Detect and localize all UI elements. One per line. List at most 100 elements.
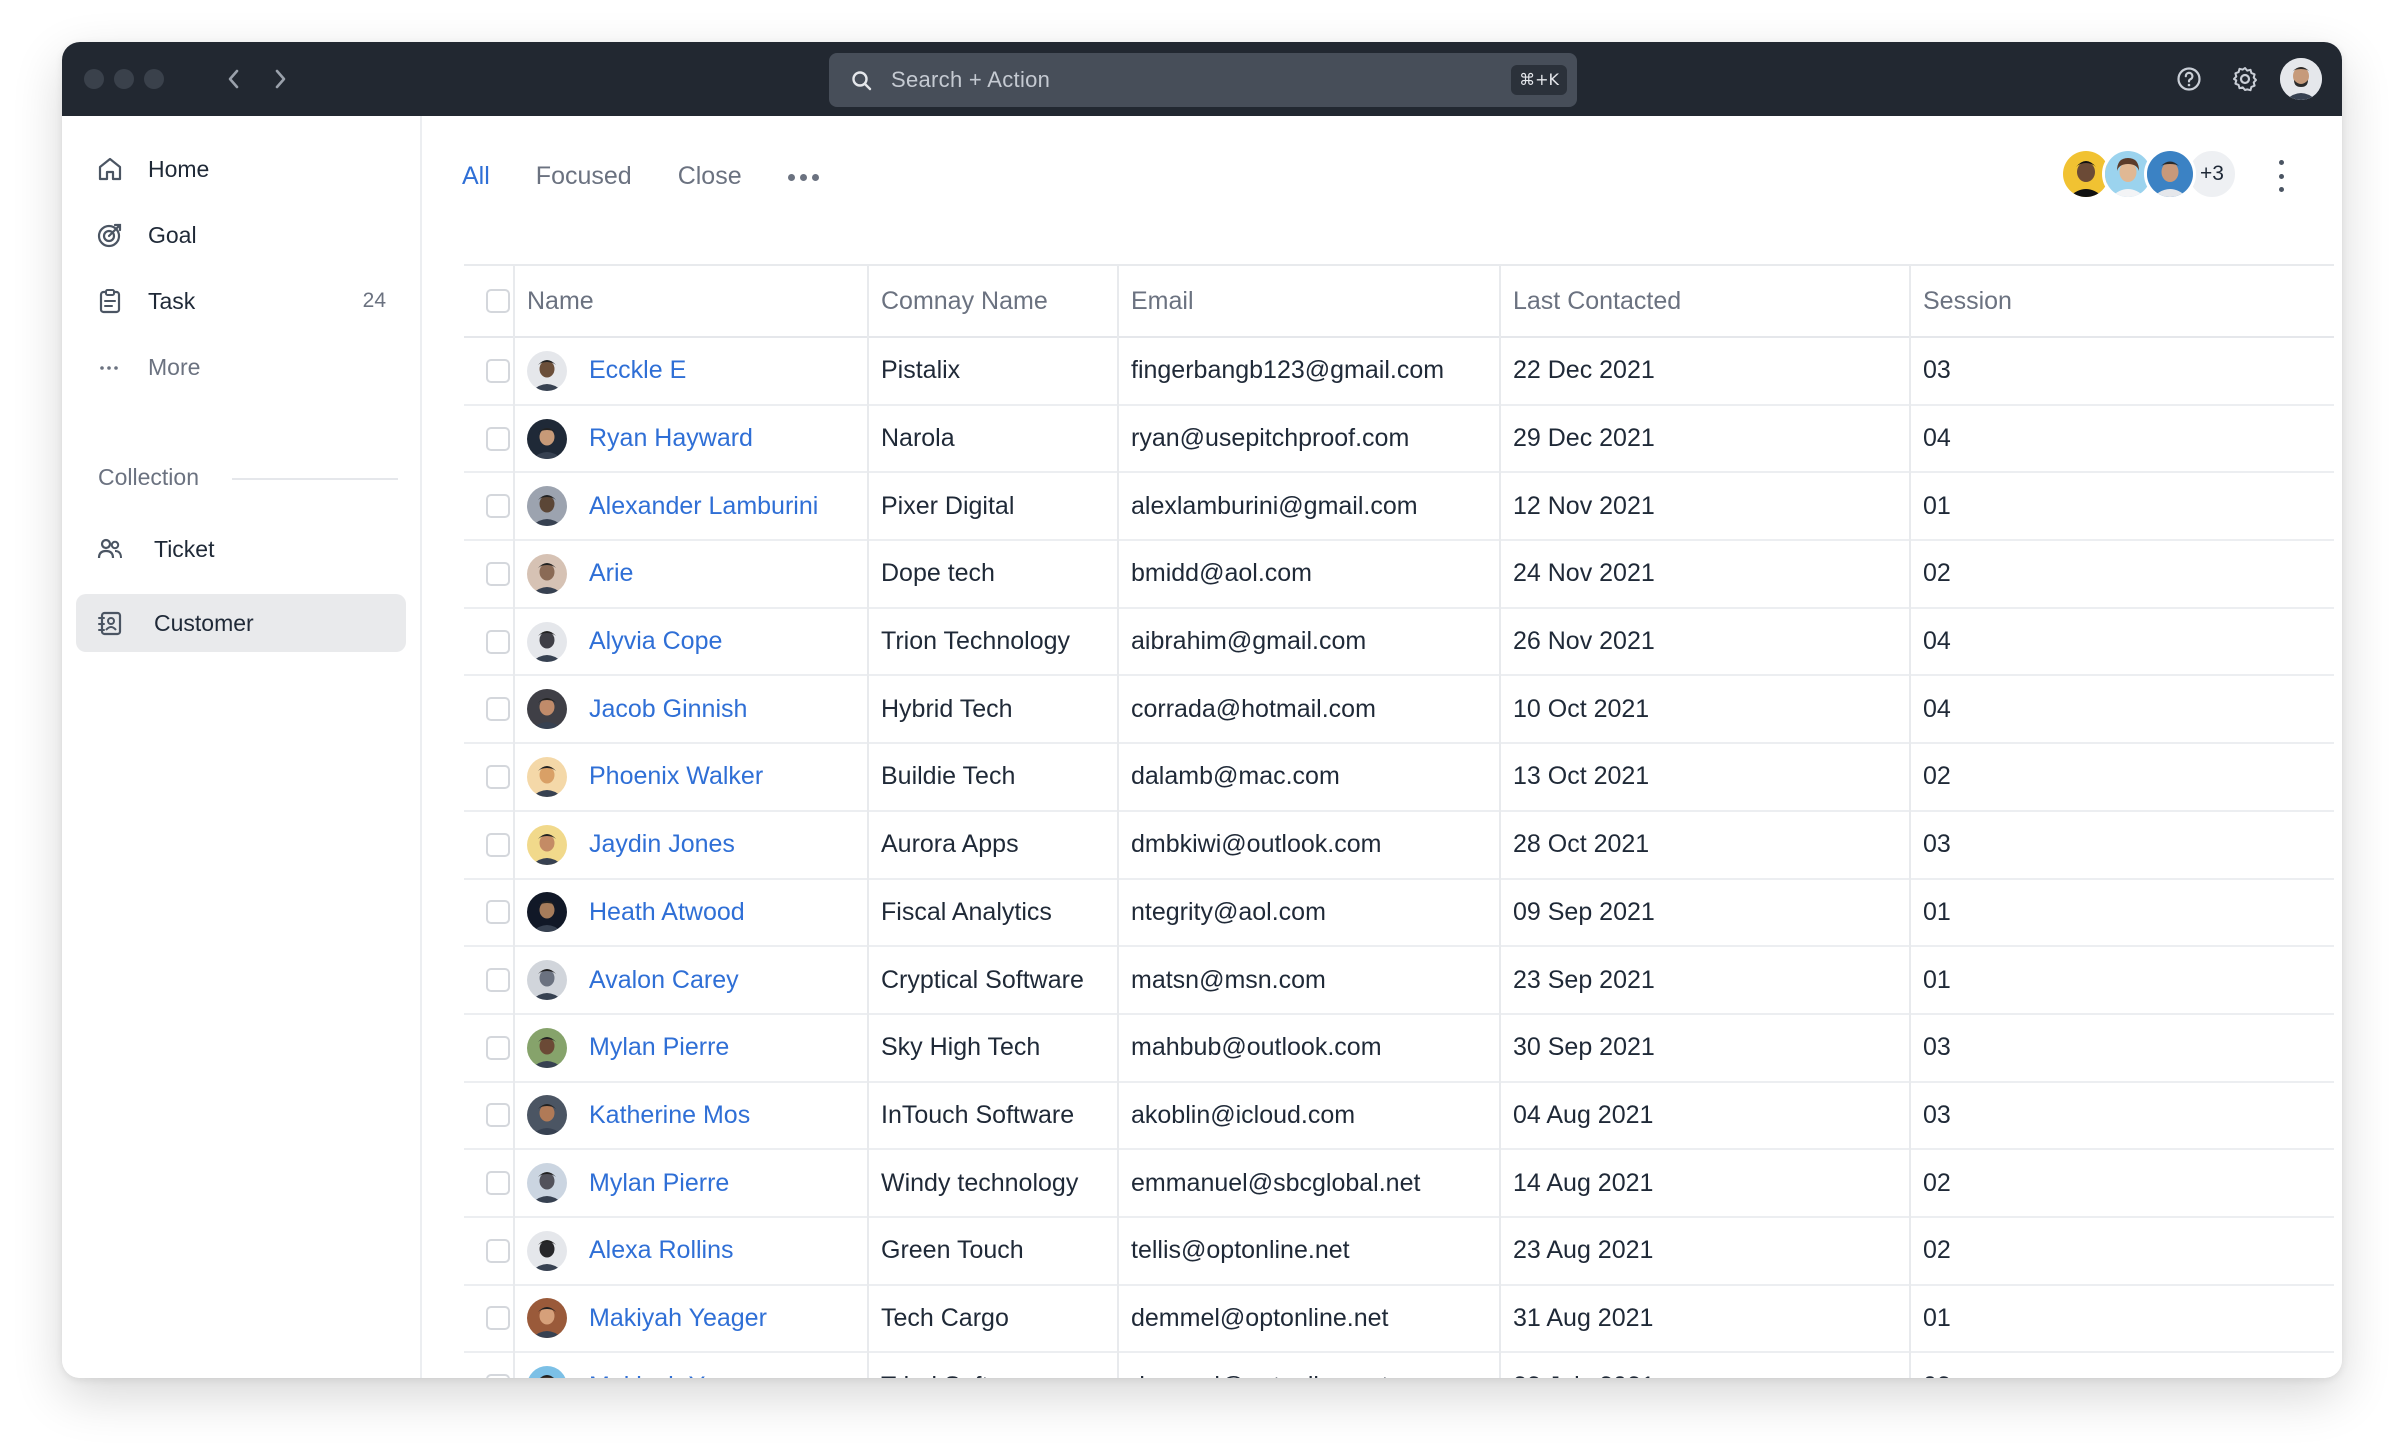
table-row[interactable]: Ryan Hayward Narola ryan@usepitchproof.com… [464, 404, 2334, 473]
row-checkbox[interactable] [486, 1171, 510, 1196]
window-zoom-button[interactable] [144, 69, 164, 89]
table-row[interactable]: Jaydin Jones Aurora Apps dmbkiwi@outlook.c… [464, 810, 2334, 879]
tab-close[interactable]: Close [678, 162, 742, 191]
customer-name-link[interactable]: Makiyah Yeager [589, 1304, 767, 1333]
email-cell: akoblin@icloud.com [1117, 1081, 1500, 1150]
customer-avatar [527, 1027, 567, 1068]
email-cell: corrada@hotmail.com [1117, 675, 1500, 744]
customer-name-link[interactable]: Alyvia Cope [589, 627, 722, 656]
column-header-last-contacted[interactable]: Last Contacted [1499, 265, 1910, 337]
row-checkbox[interactable] [486, 629, 510, 654]
row-select-cell [464, 811, 514, 879]
row-select-cell [464, 1285, 514, 1353]
customer-name-link[interactable]: Arie [589, 559, 633, 588]
row-checkbox[interactable] [486, 832, 510, 857]
table-row[interactable]: Mylan Pierre Sky High Tech mahbub@outlook.… [464, 1013, 2334, 1082]
column-header-session[interactable]: Session [1909, 265, 2334, 337]
window-minimize-button[interactable] [114, 69, 134, 89]
table-row[interactable]: Makiyah Yeager Triad Softwaredemmel@opton… [464, 1352, 2334, 1378]
sidebar-item-goal[interactable]: Goal [76, 206, 406, 264]
table-row[interactable]: Alexander Lamburini Pixer Digital alexlamb… [464, 472, 2334, 541]
table-row[interactable]: Arie Dope tech bmidd@aol.com 24 Nov 2021 02 [464, 540, 2334, 608]
app-window: ⌘+K Home Goal Task [62, 42, 2342, 1378]
row-checkbox[interactable] [486, 358, 510, 383]
customer-name-link[interactable]: Heath Atwood [589, 898, 745, 927]
row-checkbox[interactable] [486, 426, 510, 451]
row-checkbox[interactable] [486, 1238, 510, 1263]
table-row[interactable]: Mylan Pierre Windy technology emmanuel@sbc… [464, 1149, 2334, 1217]
clipboard-icon [96, 287, 124, 315]
name-cell: Avalon Carey [513, 946, 868, 1014]
row-checkbox[interactable] [486, 1035, 510, 1060]
table-row[interactable]: Phoenix Walker Buildie Tech dalamb@mac.com… [464, 743, 2334, 811]
name-cell: Arie [513, 540, 868, 608]
tab-all[interactable]: All [462, 162, 490, 191]
customer-name-link[interactable]: Jaydin Jones [589, 830, 735, 859]
table-row[interactable]: Heath Atwood Fiscal Analytics ntegrity@aol… [464, 878, 2334, 947]
table-row[interactable]: Alyvia Cope Trion Technology aibrahim@gmai… [464, 607, 2334, 676]
collaborators-stack[interactable]: +3 [2060, 148, 2238, 202]
customer-name-link[interactable]: Ryan Hayward [589, 424, 753, 453]
table-row[interactable]: Ecckle E Pistalix fingerbangb123@gmail.com… [464, 337, 2334, 405]
column-header-name[interactable]: Name [513, 265, 868, 337]
global-search[interactable]: ⌘+K [829, 53, 1577, 107]
customer-name-link[interactable]: Mylan Pierre [589, 1169, 729, 1198]
more-options-icon[interactable] [2276, 160, 2286, 192]
email-cell: aibrahim@gmail.com [1117, 607, 1500, 676]
table-row[interactable]: Makiyah Yeager Tech Cargo demmel@optonline… [464, 1284, 2334, 1353]
back-arrow-icon[interactable] [218, 64, 248, 94]
row-checkbox[interactable] [486, 968, 510, 993]
sidebar-item-ticket[interactable]: Ticket [76, 520, 406, 578]
select-all-checkbox[interactable] [486, 289, 510, 313]
name-cell: Makiyah Yeager [513, 1284, 868, 1353]
customer-name-link[interactable]: Alexander Lamburini [589, 492, 818, 521]
row-checkbox[interactable] [486, 1306, 510, 1331]
table-row[interactable]: Katherine Mos InTouch Software akoblin@icl… [464, 1081, 2334, 1150]
tab-focused[interactable]: Focused [536, 162, 632, 191]
row-checkbox[interactable] [486, 494, 510, 519]
session-cell: 03 [1909, 337, 2334, 405]
more-tabs-icon[interactable] [787, 172, 819, 181]
settings-gear-icon[interactable] [2230, 64, 2260, 94]
title-bar: ⌘+K [62, 42, 2342, 116]
column-header-company[interactable]: Comnay Name [867, 265, 1118, 337]
collaborator-avatar[interactable] [2144, 148, 2196, 200]
customer-name-link[interactable]: Jacob Ginnish [589, 695, 747, 724]
customer-name-link[interactable]: Alexa Rollins [589, 1236, 734, 1265]
last-contacted-cell: 23 Aug 2021 [1499, 1216, 1910, 1285]
customer-name-link[interactable]: Phoenix Walker [589, 762, 763, 791]
sidebar-item-customer[interactable]: Customer [76, 594, 406, 652]
customer-name-link[interactable]: Katherine Mos [589, 1101, 750, 1130]
row-checkbox[interactable] [486, 561, 510, 586]
sidebar: Home Goal Task 24 More Collection Ticket… [62, 116, 422, 1378]
search-input[interactable] [891, 53, 1451, 107]
sidebar-item-more[interactable]: More [76, 338, 406, 396]
row-select-cell [464, 946, 514, 1014]
user-avatar[interactable] [2280, 58, 2322, 100]
email-cell: demmel@optonline.net [1117, 1284, 1500, 1353]
table-row[interactable]: Avalon Carey Cryptical Software matsn@msn.… [464, 946, 2334, 1014]
row-checkbox[interactable] [486, 764, 510, 789]
help-icon[interactable] [2174, 64, 2204, 94]
column-header-email[interactable]: Email [1117, 265, 1500, 337]
sidebar-item-home[interactable]: Home [76, 140, 406, 198]
table-row[interactable]: Alexa Rollins Green Touch tellis@optonline… [464, 1216, 2334, 1285]
home-icon [96, 155, 124, 183]
company-cell: Hybrid Tech [867, 675, 1118, 744]
customer-avatar [527, 689, 567, 730]
customer-name-link[interactable]: Mylan Pierre [589, 1033, 729, 1062]
customer-name-link[interactable]: Avalon Carey [589, 966, 739, 995]
row-checkbox[interactable] [486, 900, 510, 925]
row-checkbox[interactable] [486, 1103, 510, 1128]
row-select-cell [464, 1217, 514, 1285]
sidebar-item-task[interactable]: Task 24 [76, 272, 406, 330]
email-cell: bmidd@aol.com [1117, 540, 1500, 608]
row-checkbox[interactable] [486, 697, 510, 722]
customer-name-link[interactable]: Ecckle E [589, 356, 686, 385]
sidebar-item-label: Goal [148, 221, 197, 248]
forward-arrow-icon[interactable] [266, 64, 296, 94]
row-checkbox[interactable] [486, 1374, 510, 1378]
customer-name-link[interactable]: Makiyah Yeager [589, 1372, 767, 1378]
window-close-button[interactable] [84, 69, 104, 89]
table-row[interactable]: Jacob Ginnish Hybrid Tech corrada@hotmail.… [464, 675, 2334, 744]
